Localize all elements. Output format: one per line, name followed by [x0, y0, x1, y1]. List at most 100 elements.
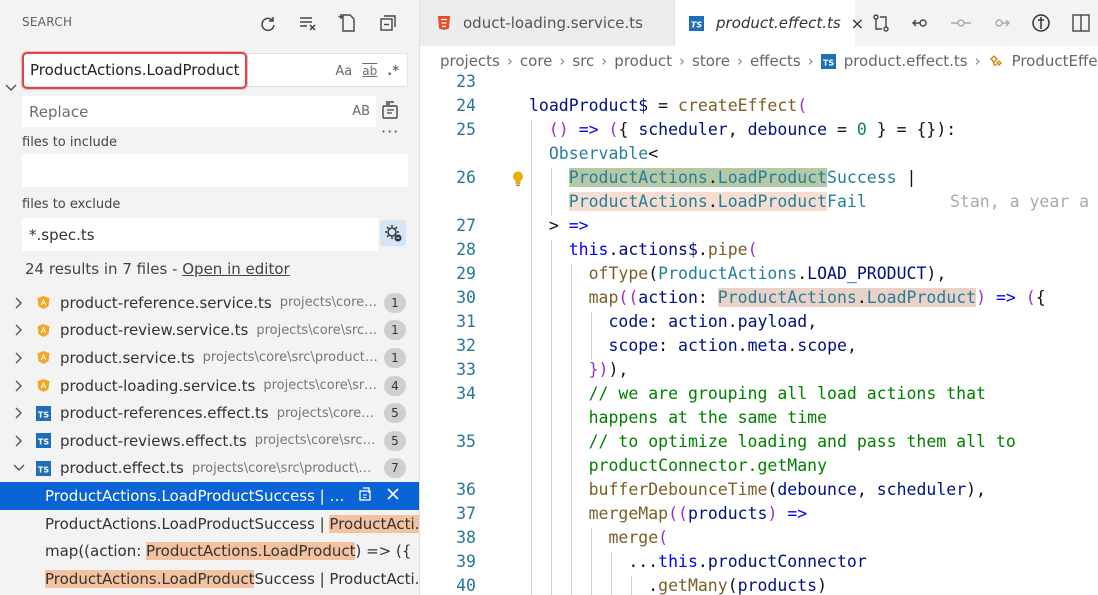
breadcrumb-item[interactable]: effects [750, 52, 801, 70]
code-line[interactable]: 34 // we are grouping all load actions t… [420, 384, 1098, 408]
chevron-right-icon[interactable] [12, 434, 26, 448]
chevron-right-icon[interactable] [12, 351, 26, 365]
clear-results-icon[interactable] [294, 10, 322, 36]
code-line[interactable]: 40 .getMany(products) [420, 576, 1098, 595]
code-line[interactable]: 30 map((action: ProductActions.LoadProdu… [420, 288, 1098, 312]
collapse-all-icon[interactable] [374, 10, 402, 36]
split-editor-icon[interactable] [1068, 10, 1094, 36]
line-number: 26 [456, 168, 476, 187]
match-case-toggle[interactable]: Aa [335, 61, 352, 81]
chevron-right-icon[interactable] [12, 323, 26, 337]
code-line[interactable]: 26 ProductActions.LoadProductSuccess | [420, 168, 1098, 192]
sidebar-title: SEARCH [22, 15, 73, 29]
angular-icon [36, 378, 51, 393]
result-file-row[interactable]: TS product-references.effect.ts projects\c… [0, 399, 419, 427]
code-line[interactable]: ProductActions.LoadProductFail Stan, a ye… [420, 192, 1098, 216]
code-line[interactable]: 36 bufferDebounceTime(debounce, schedule… [420, 480, 1098, 504]
result-file-row[interactable]: product-reference.service.ts projects\cor… [0, 289, 419, 317]
new-search-editor-icon[interactable] [334, 10, 362, 36]
sidebar-actions [254, 10, 402, 36]
chevron-right-icon[interactable] [12, 406, 26, 420]
toggle-replace-chevron-icon[interactable] [4, 81, 18, 95]
breadcrumb-item[interactable]: core [520, 52, 553, 70]
svg-text:TS: TS [823, 58, 834, 67]
line-number: 33 [456, 360, 476, 379]
code-line[interactable]: 39 ...this.productConnector [420, 552, 1098, 576]
search-sidebar: SEARCH Aa ab .* AB [0, 0, 420, 595]
tab-label: product.effect.ts [716, 14, 841, 32]
breadcrumb-item[interactable]: projects [440, 52, 500, 70]
result-match-row[interactable]: ProductActions.LoadProductSuccess | Pr..… [0, 482, 419, 510]
lightbulb-icon[interactable] [511, 170, 525, 188]
editor-tab-bar: oduct-loading.service.ts TS product.effe… [420, 0, 1098, 46]
result-match-row[interactable]: ProductActions.LoadProductSuccess | Prod… [0, 565, 420, 593]
chevron-right-icon[interactable] [12, 296, 26, 310]
code-line[interactable]: Observable< [420, 144, 1098, 168]
code-text: () => ({ scheduler, debounce = 0 } = {})… [548, 120, 957, 139]
breadcrumb-item[interactable]: product [614, 52, 672, 70]
code-line[interactable]: 25 () => ({ scheduler, debounce = 0 } = … [420, 120, 1098, 144]
match-prefix: ProductActions.LoadProductSuccess | [45, 514, 330, 533]
refresh-icon[interactable] [254, 10, 282, 36]
replace-all-icon[interactable] [380, 99, 404, 123]
ts-icon: TS [36, 405, 51, 421]
code-line[interactable]: 33 })), [420, 360, 1098, 384]
code-text: > => [529, 216, 589, 235]
close-tab-icon[interactable]: × [851, 14, 864, 33]
result-file-row[interactable]: product-review.service.ts projects\core\s… [0, 317, 419, 345]
files-to-include-input[interactable] [22, 154, 408, 187]
preserve-case-toggle[interactable]: AB [352, 101, 370, 121]
go-forward-icon[interactable] [988, 10, 1014, 36]
files-to-exclude-input[interactable] [22, 218, 378, 251]
code-line[interactable]: 37 mergeMap((products) => [420, 504, 1098, 528]
tab-product-loading-service[interactable]: oduct-loading.service.ts [420, 0, 675, 46]
code-line[interactable]: 28 this.actions$.pipe( [420, 240, 1098, 264]
result-file-row[interactable]: TS product-reviews.effect.ts projects\core… [0, 427, 419, 455]
code-line[interactable]: productConnector.getMany [420, 456, 1098, 480]
code-line[interactable]: 38 merge( [420, 528, 1098, 552]
chevron-right-icon[interactable] [12, 379, 26, 393]
code-line[interactable]: happens at the same time [420, 408, 1098, 432]
open-in-editor-link[interactable]: Open in editor [182, 260, 289, 278]
code-line[interactable]: 35 // to optimize loading and pass them … [420, 432, 1098, 456]
use-regex-toggle[interactable]: .* [387, 61, 399, 81]
compare-changes-icon[interactable] [868, 10, 894, 36]
go-back-icon[interactable] [908, 10, 934, 36]
toggle-details-button[interactable]: ··· [381, 122, 399, 141]
result-file-row[interactable]: product.service.ts projects\core\src\prod… [0, 344, 419, 372]
exclude-input-box [22, 218, 378, 251]
use-exclude-settings-icon[interactable] [380, 220, 406, 246]
line-number: 28 [456, 240, 476, 259]
code-line[interactable]: 31 code: action.payload, [420, 312, 1098, 336]
code-line[interactable]: 24 loadProduct$ = createEffect( [420, 96, 1098, 120]
breadcrumb-item[interactable]: src [572, 52, 594, 70]
code-line[interactable]: 27 > => [420, 216, 1098, 240]
result-match-row[interactable]: map((action: ProductActions.LoadProduct)… [0, 537, 419, 565]
code-text: loadProduct$ = createEffect( [529, 96, 808, 115]
editor-actions [868, 10, 1094, 36]
chevron-down-icon[interactable] [12, 461, 26, 475]
match-highlight: ProductActions.LoadProduct [45, 569, 255, 588]
code-line[interactable]: 32 scope: action.meta.scope, [420, 336, 1098, 360]
breadcrumb-item[interactable]: store [692, 52, 730, 70]
result-file-name: product.service.ts [60, 348, 195, 367]
match-whole-word-toggle[interactable]: ab [362, 61, 377, 81]
code-text: code: action.payload, [608, 312, 818, 331]
timeline-icon[interactable] [948, 10, 974, 36]
tab-product-effect[interactable]: TS product.effect.ts × [675, 0, 864, 46]
dismiss-match-icon[interactable] [386, 486, 400, 506]
code-line[interactable]: 29 ofType(ProductActions.LOAD_PRODUCT), [420, 264, 1098, 288]
tab-label: oduct-loading.service.ts [463, 14, 643, 32]
result-file-row[interactable]: product-loading.service.ts projects\core\… [0, 372, 419, 400]
result-match-row[interactable]: ProductActions.LoadProductSuccess | Prod… [0, 510, 419, 538]
replace-match-icon[interactable] [358, 486, 374, 506]
result-file-row[interactable]: TS product.effect.ts projects\core\src\pro… [0, 455, 419, 483]
breadcrumb-item[interactable]: product.effect.ts [844, 52, 968, 70]
open-changes-icon[interactable] [1028, 10, 1054, 36]
code-line[interactable]: 23 [420, 72, 1098, 96]
result-count-badge: 5 [384, 430, 406, 451]
replace-input[interactable] [22, 96, 376, 127]
match-suffix: Success | Pr... [254, 486, 350, 505]
breadcrumb-item[interactable]: ProductEffect [1012, 52, 1098, 70]
match-suffix: Success | ProductActi... [254, 569, 420, 588]
